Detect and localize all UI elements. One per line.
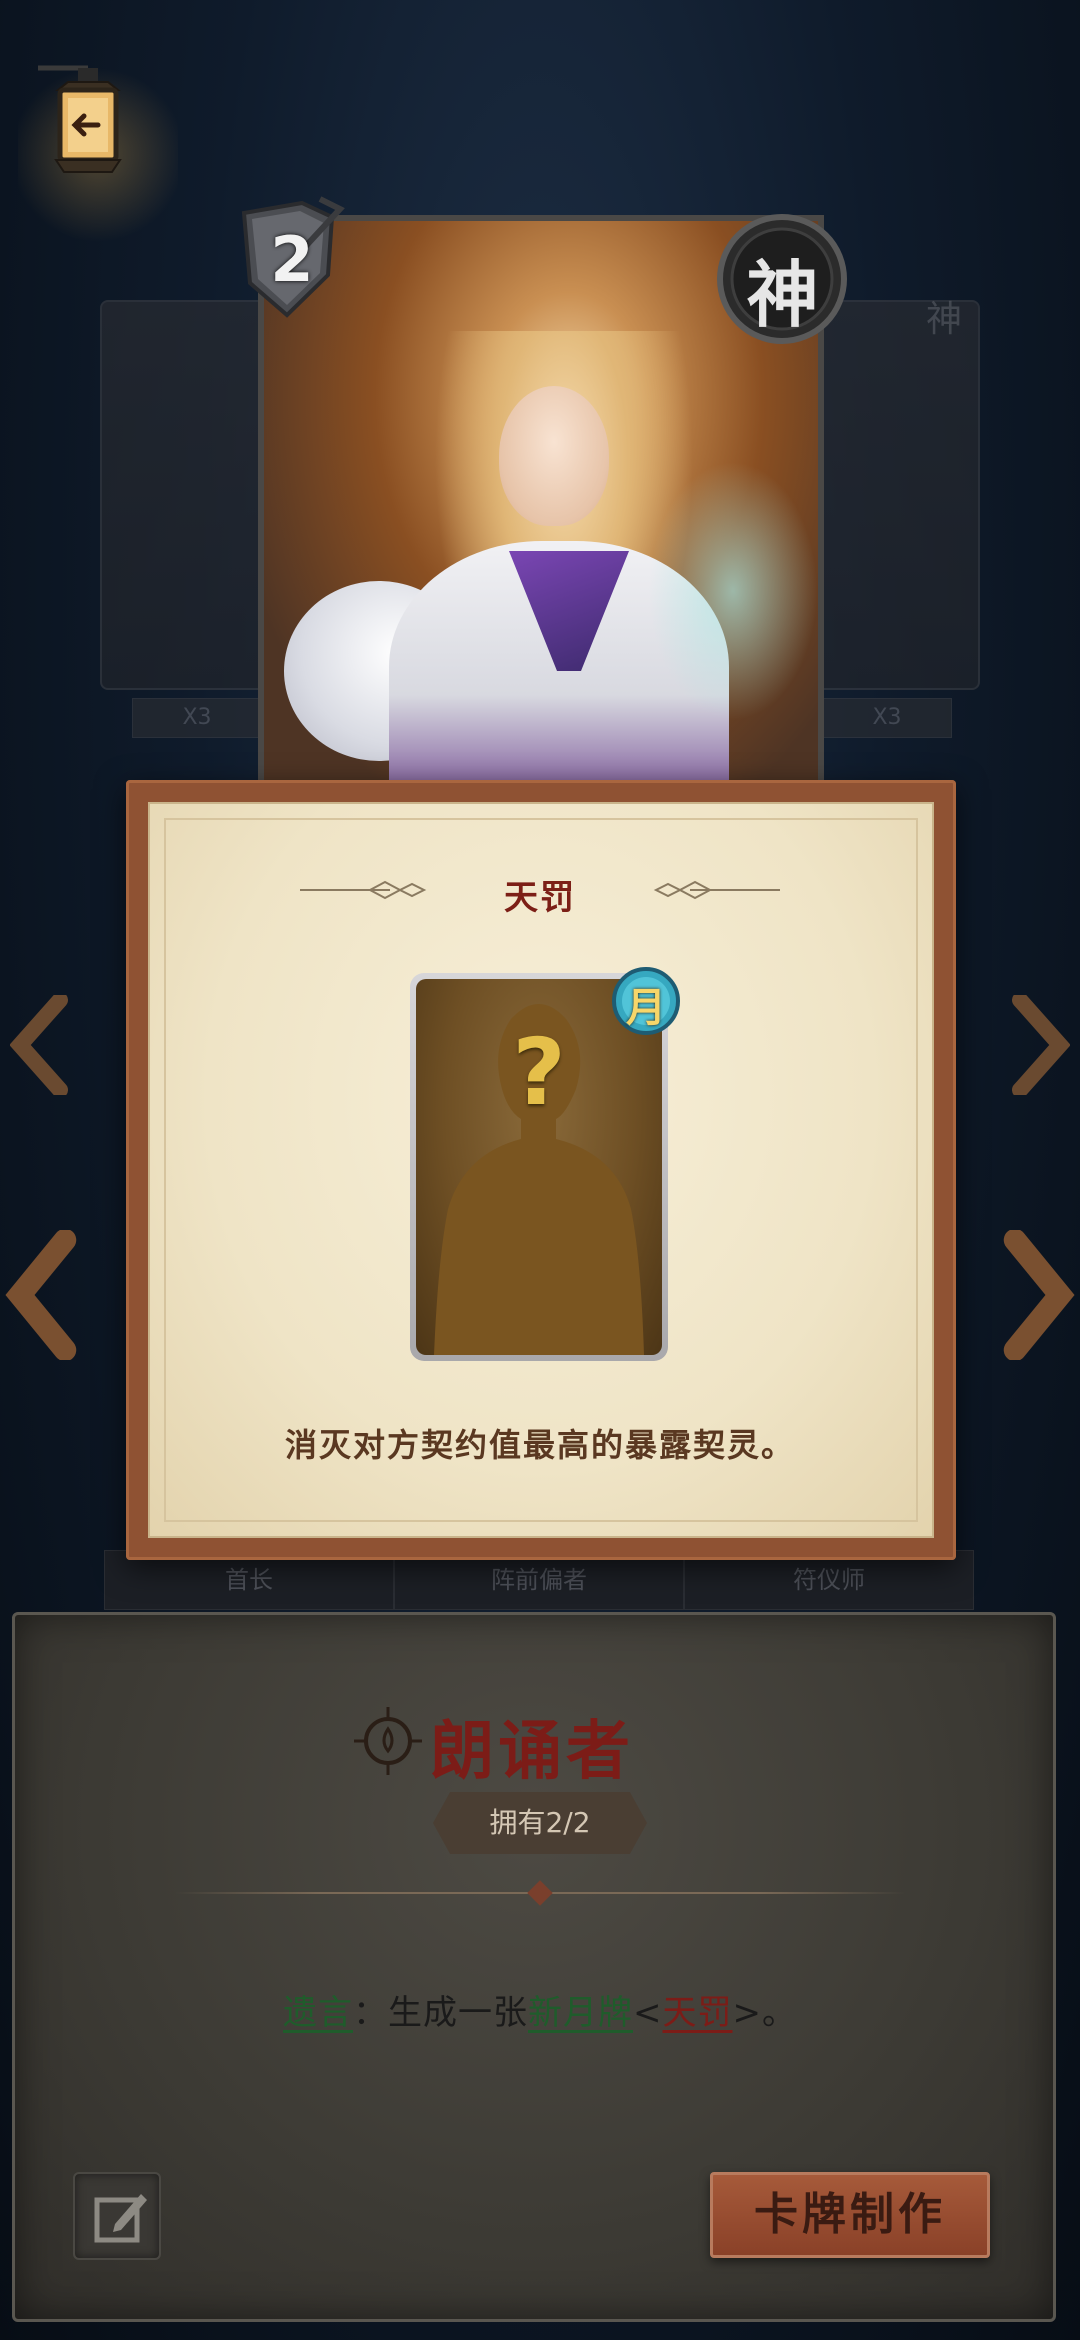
keyword-token-card[interactable]: 天罚 bbox=[663, 1993, 733, 2033]
class-badge: 神 bbox=[715, 212, 850, 347]
title-flourish-right-icon bbox=[653, 880, 780, 900]
mystery-icon: ? bbox=[512, 1019, 566, 1126]
hero-face bbox=[499, 386, 609, 526]
craft-card-button[interactable]: 卡牌制作 bbox=[710, 2172, 990, 2258]
edit-button[interactable] bbox=[73, 2172, 161, 2260]
back-arrow-icon bbox=[8, 65, 122, 173]
edit-icon bbox=[94, 2194, 147, 2243]
keyword-deathrattle[interactable]: 遗言 bbox=[283, 1993, 353, 2033]
cost-value: 2 bbox=[270, 223, 314, 296]
moon-badge-text: 月 bbox=[626, 985, 666, 1031]
chevron-left-icon[interactable] bbox=[10, 995, 70, 1095]
faction-emblem-icon bbox=[354, 1707, 422, 1775]
hero-aura bbox=[648, 461, 818, 721]
keyword-new-moon-card[interactable]: 新月牌 bbox=[528, 1993, 633, 2033]
card-name: 朗诵者 bbox=[430, 1715, 634, 1789]
card-ability-text: 遗言：生成一张新月牌<天罚>。 bbox=[0, 1985, 1080, 2034]
class-badge-text: 神 bbox=[746, 253, 819, 337]
popup-description: 消灭对方契约值最高的暴露契灵。 bbox=[284, 1426, 795, 1464]
ability-text: ：生成一张 bbox=[353, 1993, 528, 2033]
ability-bracket-close: >。 bbox=[732, 1993, 797, 2033]
next-card-icon[interactable] bbox=[1000, 1230, 1075, 1360]
cost-badge: 2 bbox=[232, 195, 347, 325]
card-count-left: X3 bbox=[132, 698, 262, 738]
chevron-right-icon[interactable] bbox=[1010, 995, 1070, 1095]
prev-card-icon[interactable] bbox=[5, 1230, 80, 1360]
background-card-badge: 神 bbox=[926, 299, 963, 340]
ability-bracket-open: < bbox=[633, 1993, 663, 2033]
back-button[interactable] bbox=[8, 60, 178, 250]
popup-title: 天罚 bbox=[504, 878, 576, 918]
moon-badge: 月 bbox=[610, 965, 682, 1037]
card-count-right: X3 bbox=[822, 698, 952, 738]
owned-count-banner: 拥有2/2 bbox=[433, 1792, 647, 1854]
